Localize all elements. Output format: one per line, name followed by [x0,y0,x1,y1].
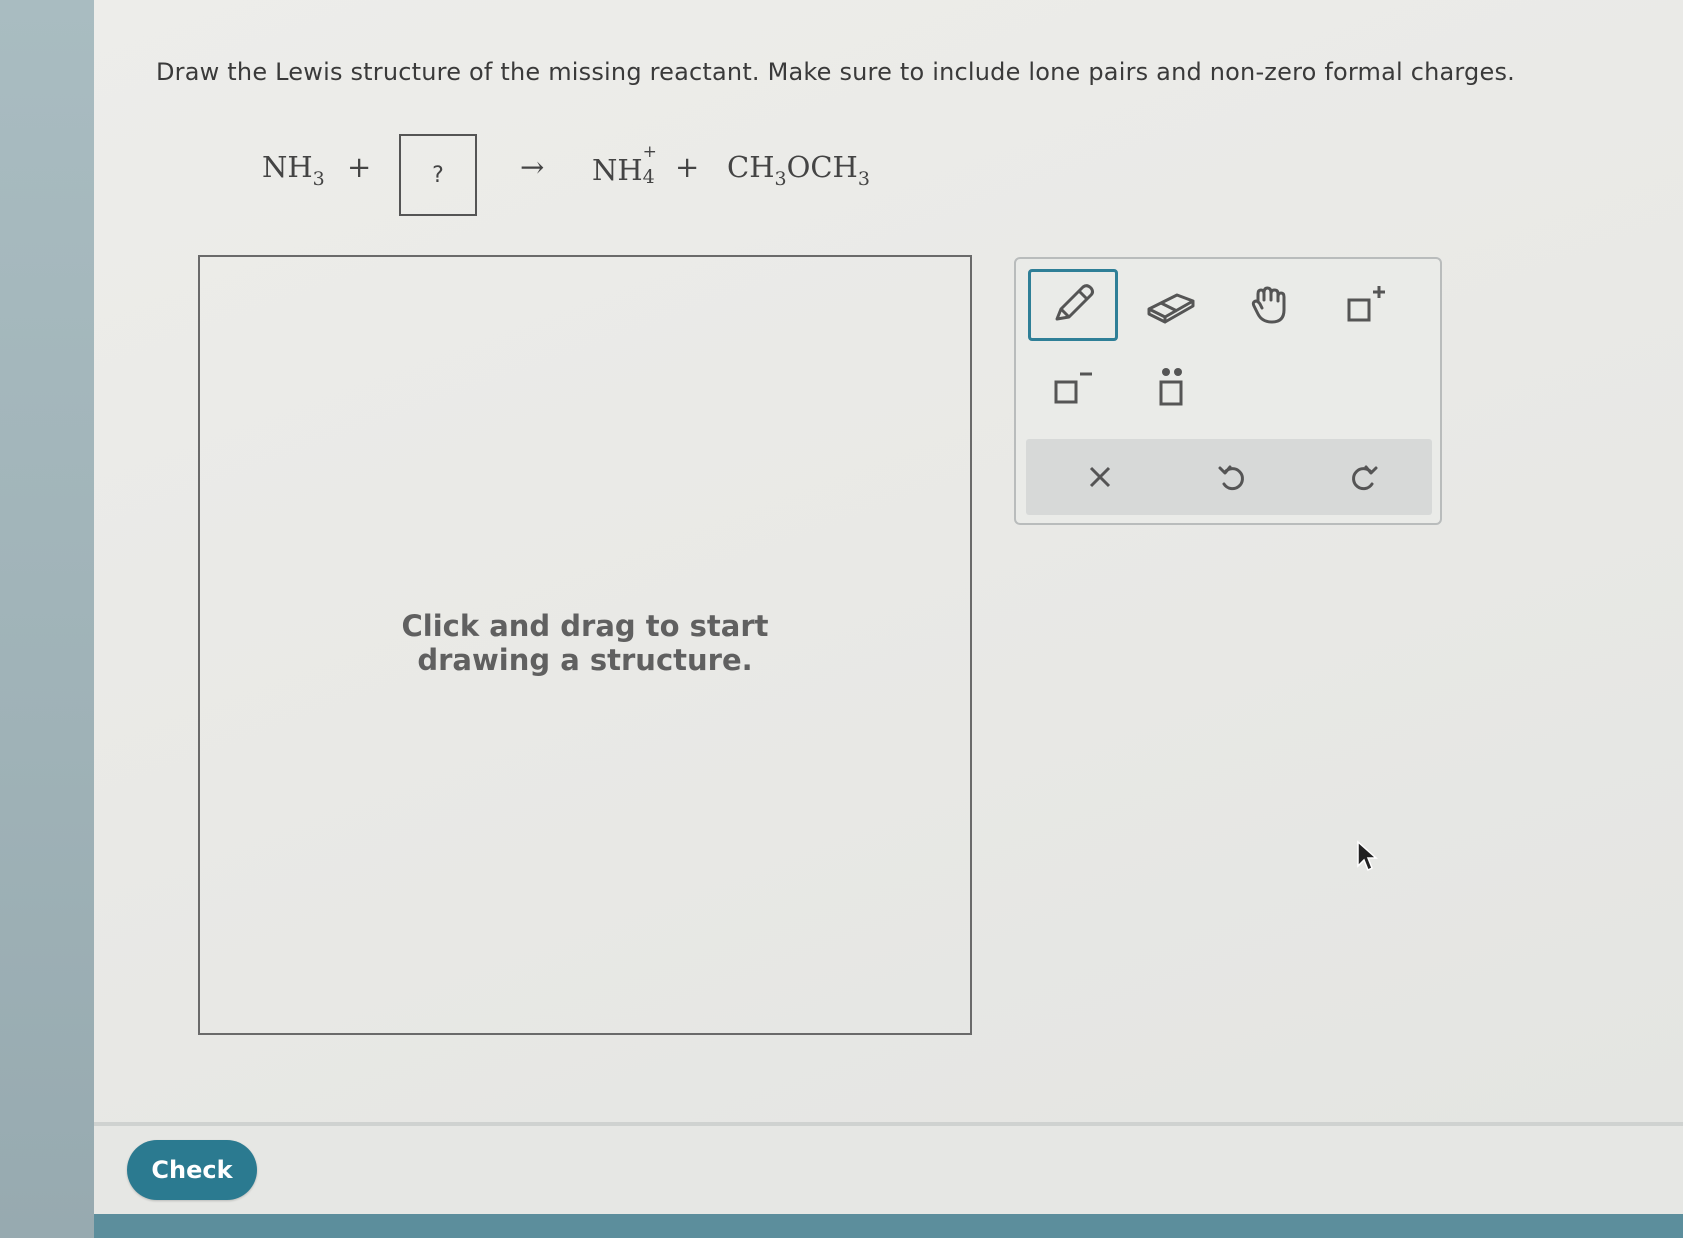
redo-icon [1352,465,1378,491]
bottom-navigation-bar [94,1214,1683,1238]
pencil-tool-button[interactable] [1028,269,1118,341]
left-margin-strip [0,0,94,1238]
negative-charge-tool-button[interactable] [1028,351,1118,423]
clear-button[interactable] [1040,439,1160,515]
canvas-hint: Click and drag to start drawing a struct… [401,609,769,677]
add-positive-charge-icon [1347,286,1385,322]
footer-bar [94,1122,1683,1218]
undo-icon [1218,465,1244,491]
add-lone-pair-icon [1159,368,1183,406]
clear-icon [1089,466,1111,488]
pencil-icon [1055,284,1094,321]
lone-pair-tool-button[interactable] [1126,351,1216,423]
hand-tool-button[interactable] [1226,269,1316,341]
drawing-canvas[interactable]: Click and drag to start drawing a struct… [198,255,972,1035]
mouse-cursor-icon [1357,840,1378,872]
action-row [1026,439,1432,515]
positive-charge-tool-button[interactable] [1321,269,1411,341]
plus-sign-2: + [675,150,700,184]
drawing-toolbar [1014,257,1442,525]
add-negative-charge-icon [1054,372,1092,404]
eraser-tool-button[interactable] [1126,269,1216,341]
reactant-ammonia: NH3 [262,150,325,190]
hand-icon [1251,286,1286,324]
plus-sign-1: + [347,150,372,184]
eraser-icon [1147,293,1195,324]
product-dimethyl-ether: CH3OCH3 [727,150,870,190]
question-instructions: Draw the Lewis structure of the missing … [156,58,1515,86]
redo-button[interactable] [1304,439,1424,515]
reaction-arrow: → [520,150,545,184]
product-ammonium: NH +4 [592,142,657,188]
undo-button[interactable] [1172,439,1292,515]
check-button[interactable]: Check [127,1140,257,1200]
missing-reactant-box: ? [399,134,477,216]
